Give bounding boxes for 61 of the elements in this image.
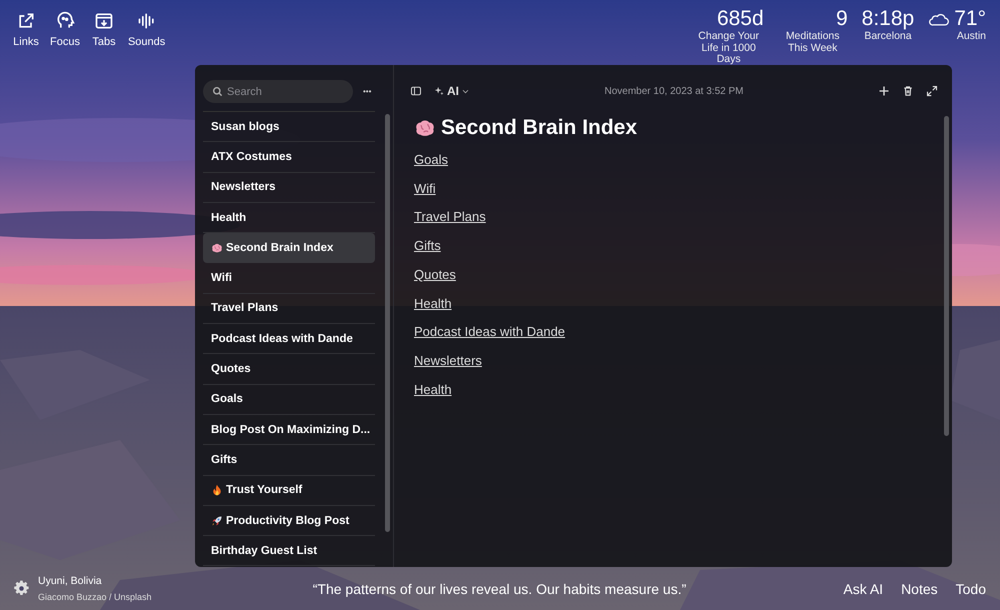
widget-value[interactable]: 9 — [836, 7, 848, 31]
note-link[interactable]: Wifi — [414, 174, 638, 204]
widget-label: Barcelona — [864, 31, 912, 42]
note-list-item[interactable]: Quotes — [203, 354, 375, 385]
footer-button[interactable]: Notes — [901, 580, 938, 596]
note-link[interactable]: Travel Plans — [414, 203, 638, 232]
note-list-item[interactable]: Goals — [203, 384, 375, 415]
widget-value[interactable]: 71° — [954, 7, 986, 31]
note-list-item[interactable]: Productivity Blog Post — [203, 506, 375, 536]
more-button[interactable]: ••• — [363, 87, 372, 96]
note-link[interactable]: Health — [414, 290, 638, 318]
note-link[interactable]: Health — [414, 376, 638, 404]
widget-value[interactable]: 8:18p — [862, 7, 914, 31]
note-title: Birthday Guest List — [211, 544, 318, 557]
note-list-item[interactable]: Newsletters — [203, 172, 375, 203]
note-title: Podcast Ideas with Dande — [211, 332, 353, 345]
note-title: Productivity Blog Post — [226, 514, 350, 526]
note-list-item[interactable]: Travel Plans — [203, 294, 375, 324]
note-list-item[interactable]: Wifi — [203, 263, 375, 294]
note-list-item[interactable]: Second Brain Index — [203, 233, 375, 264]
note-title: Wifi — [211, 272, 232, 284]
note-list-item[interactable]: Podcast Ideas with Dande — [203, 324, 375, 354]
note-heading: Second Brain Index — [441, 116, 638, 140]
note-list-item[interactable]: Blog Post On Maximizing D... — [203, 414, 375, 446]
quote: “The patterns of our lives reveal us. Our habits measure us.” — [312, 580, 686, 596]
note-title: Quotes — [211, 363, 251, 376]
search-field[interactable]: Search — [203, 80, 353, 103]
note-title: Susan blogs — [211, 120, 280, 133]
widget-label: Change Your Life in 1000 Days — [697, 31, 760, 66]
shortcut-button[interactable]: Tabs — [90, 11, 118, 65]
note-link[interactable]: Quotes — [414, 260, 638, 290]
shortcut-button[interactable]: Sounds — [128, 11, 166, 65]
note-title: Second Brain Index — [226, 242, 334, 254]
note-title: Trust Yourself — [226, 484, 302, 496]
note-title: Goals — [211, 393, 243, 406]
ai-menu-button[interactable]: AI — [434, 84, 469, 98]
note-title: Newsletters — [211, 181, 276, 194]
note-link[interactable]: Gifts — [414, 232, 638, 261]
note-link[interactable]: Podcast Ideas with Dande — [414, 318, 638, 347]
note-list-item[interactable]: ATX Costumes — [203, 142, 375, 173]
note-title: Blog Post On Maximizing D... — [211, 424, 370, 436]
note-title: ATX Costumes — [211, 150, 292, 163]
note-title: Gifts — [211, 454, 238, 466]
widget-value[interactable]: 685d — [716, 7, 764, 31]
note-list-item[interactable]: Trust Yourself — [203, 476, 375, 506]
widget-label: Meditations This Week — [784, 31, 841, 54]
note-list-item[interactable]: Susan blogs — [203, 112, 375, 142]
note-title: Travel Plans — [211, 302, 278, 314]
photo-location[interactable]: Uyuni, Bolivia — [38, 575, 152, 587]
note-list-item[interactable]: Birthday Guest List — [203, 536, 375, 566]
footer-button[interactable]: Todo — [956, 580, 986, 596]
note-title: Health — [211, 212, 246, 224]
shortcut-button[interactable]: Focus — [50, 11, 80, 65]
photo-credit[interactable]: Giacomo Buzzao / Unsplash — [38, 592, 152, 602]
note-link[interactable]: Goals — [414, 146, 638, 175]
note-timestamp: November 10, 2023 at 3:52 PM — [604, 86, 744, 96]
shortcut-button[interactable]: Links — [12, 11, 40, 65]
note-list-item[interactable]: Gifts — [203, 445, 375, 476]
footer-button[interactable]: Ask AI — [843, 580, 884, 596]
note-link[interactable]: Newsletters — [414, 346, 638, 376]
widget-label: Austin — [956, 31, 986, 42]
